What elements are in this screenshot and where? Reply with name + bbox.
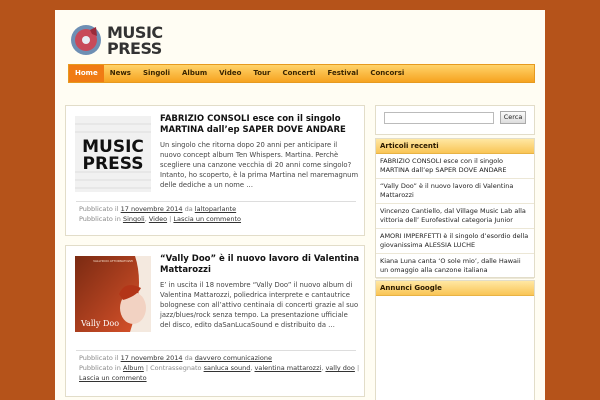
- nav-item-news[interactable]: News: [104, 65, 137, 82]
- post-thumbnail[interactable]: MUSIC PRESS: [75, 116, 151, 192]
- thumb-text-line2: PRESS: [83, 154, 144, 174]
- category-link[interactable]: Singoli: [123, 215, 145, 223]
- recent-post-link[interactable]: Kiana Luna canta ‘O sole mio’, dalle Haw…: [376, 254, 534, 279]
- nav-item-video[interactable]: Video: [213, 65, 247, 82]
- comment-link[interactable]: Lascia un commento: [79, 374, 147, 382]
- nav-item-album[interactable]: Album: [176, 65, 213, 82]
- nav-item-home[interactable]: Home: [69, 65, 104, 82]
- nav-item-concorsi[interactable]: Concorsi: [364, 65, 410, 82]
- post-excerpt: E’ in uscita il 18 novembre “Vally Doo” …: [160, 281, 359, 329]
- post-thumbnail[interactable]: VALLYDOO ATTORNATOZZI Vally Doo: [75, 256, 151, 332]
- page-container: MUSIC PRESS Home News Singoli Album Vide…: [55, 10, 545, 400]
- recent-post-link[interactable]: FABRIZIO CONSOLI esce con il singolo MAR…: [376, 154, 534, 179]
- post-author-link[interactable]: davvero comunicazione: [195, 354, 272, 362]
- tag-link[interactable]: sanluca sound: [204, 364, 251, 372]
- logo-text-line2: PRESS: [107, 39, 162, 58]
- meta-label: da: [184, 354, 193, 362]
- post-meta-comment: Lascia un commento: [79, 373, 364, 383]
- meta-label: da: [184, 205, 193, 213]
- search-widget: Cerca: [375, 105, 535, 135]
- recent-post-link[interactable]: “Vally Doo” è il nuovo lavoro di Valenti…: [376, 179, 534, 204]
- ads-widget: Annunci Google: [375, 280, 535, 400]
- comment-link[interactable]: Lascia un commento: [173, 215, 241, 223]
- post-date-link[interactable]: 17 novembre 2014: [121, 354, 183, 362]
- post-meta-date: Pubblicato il 17 novembre 2014 da laltop…: [79, 204, 364, 214]
- divider: [76, 201, 356, 202]
- category-link[interactable]: Album: [123, 364, 144, 372]
- main-navigation: Home News Singoli Album Video Tour Conce…: [68, 64, 535, 83]
- post-date-link[interactable]: 17 novembre 2014: [121, 205, 183, 213]
- post-title[interactable]: FABRIZIO CONSOLI esce con il singolo MAR…: [160, 114, 360, 136]
- category-link[interactable]: Video: [149, 215, 167, 223]
- post-meta-categories: Pubblicato in Album | Contrassegnato san…: [79, 364, 360, 372]
- tag-link[interactable]: valentina mattarozzi: [255, 364, 322, 372]
- recent-posts-widget: Articoli recenti FABRIZIO CONSOLI esce c…: [375, 138, 535, 279]
- meta-label: Pubblicato in: [79, 215, 121, 223]
- post-author-link[interactable]: laltoparlante: [195, 205, 236, 213]
- nav-item-singoli[interactable]: Singoli: [137, 65, 176, 82]
- thumb-text-top: VALLYDOO ATTORNATOZZI: [93, 259, 133, 263]
- nav-item-concerti[interactable]: Concerti: [276, 65, 321, 82]
- post-article: VALLYDOO ATTORNATOZZI Vally Doo “Vally D…: [65, 245, 365, 397]
- nav-item-tour[interactable]: Tour: [247, 65, 276, 82]
- post-article: MUSIC PRESS FABRIZIO CONSOLI esce con il…: [65, 105, 365, 236]
- meta-label: Pubblicato in: [79, 364, 121, 372]
- post-excerpt: Un singolo che ritorna dopo 20 anni per …: [160, 141, 359, 189]
- music-disc-icon: [71, 25, 101, 55]
- recent-post-link[interactable]: AMORI IMPERFETTI è il singolo d’esordio …: [376, 229, 534, 254]
- tag-link[interactable]: vally doo: [325, 364, 354, 372]
- post-meta-date: Pubblicato il 17 novembre 2014 da davver…: [79, 353, 364, 363]
- post-title[interactable]: “Vally Doo” è il nuovo lavoro di Valenti…: [160, 254, 360, 276]
- nav-item-festival[interactable]: Festival: [322, 65, 365, 82]
- recent-post-link[interactable]: Vincenzo Cantiello, dal Village Music La…: [376, 204, 534, 229]
- site-logo[interactable]: MUSIC PRESS: [68, 20, 168, 60]
- post-meta-categories: Pubblicato in Singoli, Video | Lascia un…: [79, 215, 242, 223]
- widget-title: Annunci Google: [376, 281, 534, 296]
- thumb-text-bottom: Vally Doo: [80, 319, 119, 328]
- search-input[interactable]: [384, 112, 494, 124]
- recent-posts-list: FABRIZIO CONSOLI esce con il singolo MAR…: [376, 154, 534, 279]
- meta-label: Pubblicato il: [79, 354, 119, 362]
- meta-label: Pubblicato il: [79, 205, 119, 213]
- widget-title: Articoli recenti: [376, 139, 534, 154]
- search-button[interactable]: Cerca: [500, 111, 526, 124]
- meta-label: Contrassegnato: [150, 364, 202, 372]
- divider: [76, 350, 356, 351]
